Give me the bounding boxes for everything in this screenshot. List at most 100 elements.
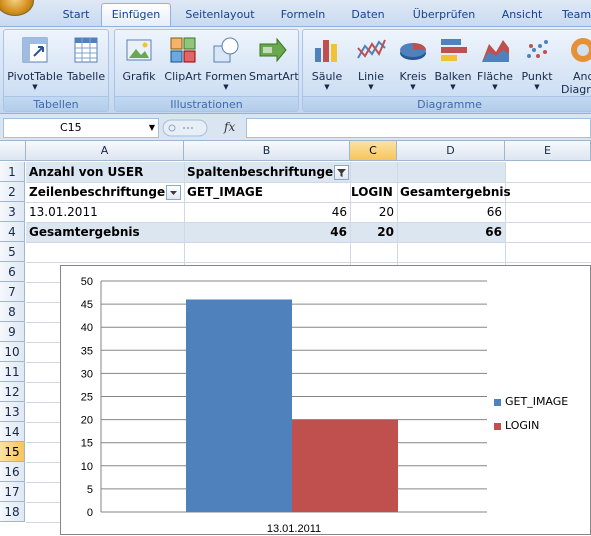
- row-header[interactable]: 5: [0, 242, 25, 262]
- chevron-down-icon: ▼: [32, 83, 38, 91]
- cell-d2[interactable]: Gesamtergebnis: [397, 182, 511, 202]
- pivottable-button[interactable]: PivotTable ▼: [6, 32, 64, 94]
- legend-label-get-image: GET_IMAGE: [505, 395, 569, 408]
- tab-einfuegen[interactable]: Einfügen: [101, 3, 171, 27]
- chevron-down-icon: ▼: [410, 83, 416, 91]
- column-header-b[interactable]: B: [184, 141, 350, 161]
- saeule-label: Säule: [311, 70, 343, 83]
- flaeche-button[interactable]: Fläche ▼: [473, 32, 517, 94]
- chevron-down-icon: ▼: [223, 83, 229, 91]
- kreis-button[interactable]: Kreis ▼: [393, 32, 433, 94]
- tab-start[interactable]: Start: [46, 5, 106, 26]
- andere-diagramme-button[interactable]: And Diagra: [561, 32, 591, 96]
- chevron-down-icon: ▼: [368, 83, 374, 91]
- legend-item-login[interactable]: LOGIN: [494, 419, 539, 432]
- cell-a1[interactable]: Anzahl von USER: [26, 162, 184, 182]
- tab-team[interactable]: Team: [562, 5, 591, 26]
- column-header-a[interactable]: A: [26, 141, 184, 161]
- column-header-d[interactable]: D: [397, 141, 505, 161]
- column-chart-icon: [315, 40, 337, 62]
- row-header[interactable]: 4: [0, 222, 25, 242]
- row-header[interactable]: 10: [0, 342, 25, 362]
- cell-a3[interactable]: 13.01.2011: [26, 202, 184, 222]
- tab-formeln[interactable]: Formeln: [272, 5, 334, 26]
- column-header-c[interactable]: C: [350, 141, 397, 161]
- legend-label-login: LOGIN: [505, 419, 540, 432]
- y-tick-label: 25: [81, 392, 93, 404]
- row-header[interactable]: 2: [0, 182, 25, 202]
- y-tick-label: 0: [87, 507, 93, 519]
- column-header-e[interactable]: E: [505, 141, 591, 161]
- smartart-button[interactable]: SmartArt: [249, 32, 299, 94]
- legend-item-get-image[interactable]: GET_IMAGE: [494, 395, 568, 408]
- balken-button[interactable]: Balken ▼: [433, 32, 473, 94]
- shapes-icon: [213, 37, 239, 63]
- group-illustrationen: Grafik ClipArt Formen ▼ SmartArt Illustr…: [114, 29, 299, 112]
- row-header[interactable]: 9: [0, 322, 25, 342]
- tabelle-label: Tabelle: [66, 70, 106, 83]
- smartart-icon: [259, 37, 287, 63]
- tabelle-button[interactable]: Tabelle: [66, 32, 106, 94]
- row-header[interactable]: 13: [0, 402, 25, 422]
- linie-button[interactable]: Linie ▼: [351, 32, 391, 94]
- formen-label: Formen: [205, 70, 247, 83]
- cell-d4[interactable]: 66: [397, 222, 505, 242]
- y-tick-label: 45: [81, 299, 93, 311]
- flaeche-label: Fläche: [477, 70, 513, 83]
- row-header[interactable]: 12: [0, 382, 25, 402]
- cell-b2[interactable]: GET_IMAGE: [184, 182, 350, 202]
- saeule-button[interactable]: Säule ▼: [305, 32, 349, 94]
- filter-icon: [337, 169, 346, 177]
- row-header[interactable]: 6: [0, 262, 25, 282]
- grafik-button[interactable]: Grafik: [119, 32, 159, 94]
- cell-c2[interactable]: LOGIN: [348, 182, 397, 202]
- cell-c3[interactable]: 20: [350, 202, 397, 222]
- other-charts-icon: [571, 38, 591, 62]
- y-tick-label: 50: [81, 276, 93, 288]
- formen-button[interactable]: Formen ▼: [205, 32, 247, 94]
- clipart-button[interactable]: ClipArt: [163, 32, 203, 94]
- pivot-chart[interactable]: 0 5 10 15 20 25 30 35 40 45 50 13.01.2011 GET_IMAGE…: [60, 265, 591, 535]
- chevron-down-icon[interactable]: ▼: [149, 119, 155, 137]
- function-icon[interactable]: fx: [224, 120, 235, 134]
- cell-c4[interactable]: 20: [350, 222, 397, 242]
- row-header-selected[interactable]: 15: [0, 442, 25, 462]
- cell-b4[interactable]: 46: [184, 222, 350, 242]
- formula-input[interactable]: [246, 118, 591, 138]
- select-all-corner[interactable]: [0, 141, 26, 161]
- name-box[interactable]: C15 ▼: [3, 118, 159, 138]
- tab-seitenlayout[interactable]: Seitenlayout: [178, 5, 262, 26]
- column-filter-button[interactable]: [334, 165, 349, 180]
- y-tick-label: 40: [81, 322, 93, 334]
- row-header[interactable]: 3: [0, 202, 25, 222]
- legend-swatch-get-image: [494, 398, 501, 406]
- punkt-button[interactable]: Punkt ▼: [517, 32, 557, 94]
- row-header[interactable]: 7: [0, 282, 25, 302]
- row-header[interactable]: 17: [0, 482, 25, 502]
- cell-b1[interactable]: Spaltenbeschriftungen: [184, 162, 350, 182]
- cell-b3[interactable]: 46: [184, 202, 350, 222]
- row-header[interactable]: 14: [0, 422, 25, 442]
- row-filter-button[interactable]: [166, 185, 181, 200]
- row-header[interactable]: 1: [0, 162, 25, 182]
- tab-ueberpruefen[interactable]: Überprüfen: [404, 5, 484, 26]
- tab-daten[interactable]: Daten: [340, 5, 396, 26]
- row-header[interactable]: 8: [0, 302, 25, 322]
- line-chart-icon: [357, 39, 386, 59]
- group-label-illustrationen: Illustrationen: [115, 96, 298, 111]
- y-tick-label: 5: [87, 484, 93, 496]
- y-tick-label: 10: [81, 461, 93, 473]
- row-header[interactable]: 16: [0, 462, 25, 482]
- office-button[interactable]: [0, 0, 34, 16]
- cell-d3[interactable]: 66: [397, 202, 505, 222]
- cell-a4[interactable]: Gesamtergebnis: [26, 222, 184, 242]
- tab-ansicht[interactable]: Ansicht: [492, 5, 552, 26]
- row-header[interactable]: 18: [0, 502, 25, 522]
- cell-a2[interactable]: Zeilenbeschriftungen: [26, 182, 184, 202]
- kreis-label: Kreis: [399, 70, 427, 83]
- formula-bar: C15 ▼ fx: [0, 114, 591, 141]
- formula-controls: fx: [162, 118, 246, 138]
- group-diagramme: Säule ▼ Linie ▼ Kreis ▼ Balken ▼ Fläche …: [302, 29, 591, 112]
- row-header[interactable]: 11: [0, 362, 25, 382]
- pivottable-icon: [22, 37, 48, 63]
